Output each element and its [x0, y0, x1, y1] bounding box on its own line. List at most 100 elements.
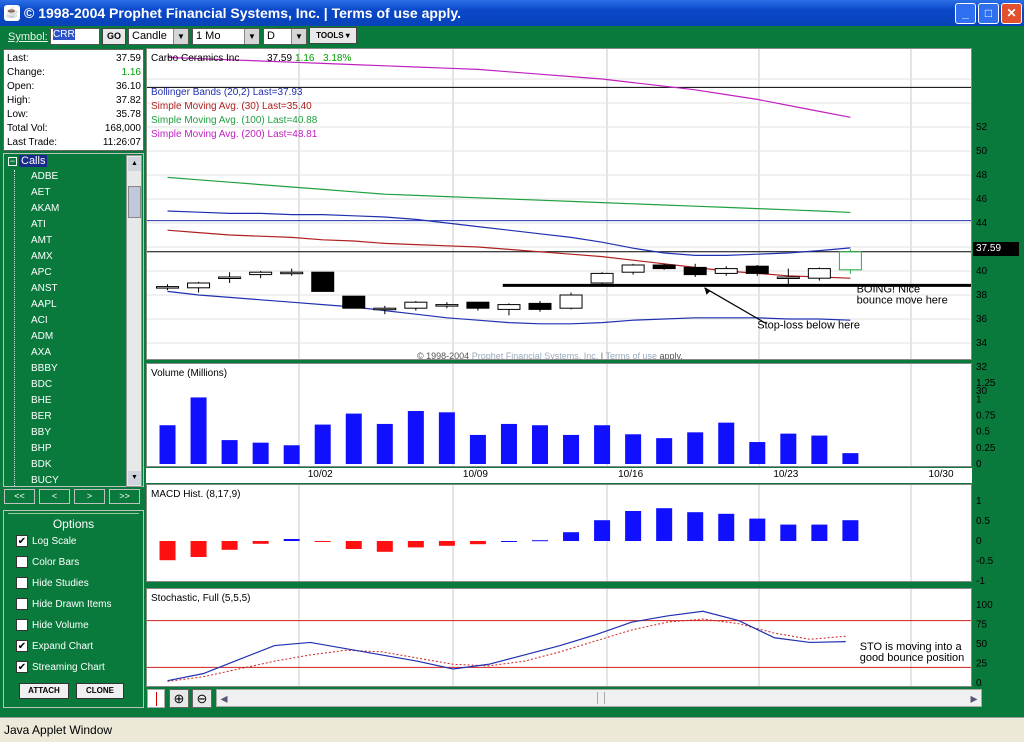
minimize-button[interactable]: _	[955, 3, 976, 24]
checkbox[interactable]	[16, 556, 28, 568]
scroll-left-icon[interactable]: ◂	[217, 690, 231, 706]
scroll-right-icon[interactable]: ▸	[967, 690, 981, 706]
tree-item-aet[interactable]: AET	[31, 187, 50, 203]
tree-item-bhp[interactable]: BHP	[31, 443, 52, 459]
candle-body	[187, 282, 211, 289]
tree-item-apc[interactable]: APC	[31, 267, 52, 283]
macd-chart[interactable]: MACD Hist. (8,17,9)	[147, 485, 972, 582]
quote-value: 37.59	[115, 53, 141, 64]
volume-tick-label: 0.5	[976, 427, 990, 438]
tree-item-aapl[interactable]: AAPL	[31, 299, 57, 315]
macd-bar	[656, 508, 673, 541]
scroll-grip-icon[interactable]	[597, 692, 605, 704]
stochastic-panel[interactable]: Stochastic, Full (5,5,5) STO is moving in…	[146, 588, 972, 687]
tools-button[interactable]: TOOLS ▾	[309, 27, 357, 44]
volume-panel[interactable]: Volume (Millions)	[146, 363, 972, 467]
checkbox[interactable]	[16, 619, 28, 631]
macd-bar	[687, 512, 704, 541]
interval-select[interactable]: D ▼	[263, 28, 307, 45]
macd-bar	[749, 518, 766, 541]
tree-item-adm[interactable]: ADM	[31, 331, 53, 347]
stochastic-chart[interactable]: Stochastic, Full (5,5,5)STO is moving in…	[147, 589, 972, 687]
go-button[interactable]: GO	[102, 28, 126, 45]
legend-entry: Bollinger Bands (20,2) Last=37.93	[151, 87, 303, 98]
tree-item-bdk[interactable]: BDK	[31, 459, 52, 475]
volume-bar	[749, 442, 766, 464]
tree-item-adbe[interactable]: ADBE	[31, 171, 58, 187]
macd-panel[interactable]: MACD Hist. (8,17,9)	[146, 484, 972, 582]
tree-item-akam[interactable]: AKAM	[31, 203, 59, 219]
stochastic-tick-label: 50	[976, 639, 988, 650]
status-text: Java Applet Window	[4, 723, 113, 737]
chart-horizontal-scrollbar[interactable]: ◂ ▸	[216, 689, 982, 707]
close-button[interactable]: ✕	[1001, 3, 1022, 24]
period-select[interactable]: 1 Mo ▼	[192, 28, 260, 45]
checkbox[interactable]: ✔	[16, 661, 28, 673]
checkbox[interactable]: ✔	[16, 535, 28, 547]
maximize-button[interactable]: □	[978, 3, 999, 24]
tree-item-ber[interactable]: BER	[31, 411, 52, 427]
quote-label: Open:	[7, 81, 35, 92]
tree-item-amx[interactable]: AMX	[31, 251, 53, 267]
window-titlebar: ☕ © 1998-2004 Prophet Financial Systems,…	[0, 0, 1024, 26]
bollinger-upper-line	[167, 210, 851, 256]
quote-row: Last Trade: 11:26:07	[7, 136, 141, 150]
tree-item-aci[interactable]: ACI	[31, 315, 48, 331]
checkbox[interactable]	[16, 598, 28, 610]
candle-body	[776, 276, 800, 279]
macd-bar	[780, 524, 797, 541]
checkbox[interactable]: ✔	[16, 640, 28, 652]
candle-body	[745, 265, 769, 274]
tree-item-bhe[interactable]: BHE	[31, 395, 52, 411]
tree-item-bby[interactable]: BBY	[31, 427, 51, 443]
volume-chart[interactable]: Volume (Millions)	[147, 364, 972, 467]
symbol-tree: − Calls ADBE AET AKAM ATI AMT AMX APC ANST AAPL AC…	[3, 153, 144, 487]
zoom-out-button[interactable]: ⊖	[192, 689, 212, 708]
collapse-icon[interactable]: −	[8, 156, 17, 166]
tree-item-bucy[interactable]: BUCY	[31, 475, 59, 486]
tree-guide-line	[14, 170, 15, 486]
macd-bar	[190, 541, 207, 557]
chart-type-select[interactable]: Candle ▼	[128, 28, 189, 45]
price-panel[interactable]: Carbo Ceramics Inc 37.59 1.16 3.18% Bollinge…	[146, 48, 972, 360]
tree-item-ati[interactable]: ATI	[31, 219, 46, 235]
macd-bar	[500, 541, 517, 542]
quote-label: Total Vol:	[7, 123, 48, 134]
option-label: Hide Volume	[32, 620, 89, 631]
tree-item-axa[interactable]: AXA	[31, 347, 51, 363]
scroll-up-icon[interactable]: ▲	[128, 157, 141, 171]
scroll-down-icon[interactable]: ▼	[128, 471, 141, 485]
nav-button[interactable]: >	[74, 489, 105, 504]
stochastic-tick-label: 100	[976, 600, 993, 611]
symbol-input[interactable]: CRR	[50, 28, 100, 45]
volume-bar	[252, 442, 269, 464]
tree-item-bbby[interactable]: BBBY	[31, 363, 58, 379]
nav-button[interactable]: <	[39, 489, 70, 504]
zoom-in-button[interactable]: ⊕	[169, 689, 189, 708]
scroll-thumb[interactable]	[128, 186, 141, 218]
candle-body	[497, 304, 521, 310]
tree-root[interactable]: − Calls	[8, 155, 48, 169]
nav-button[interactable]: >>	[109, 489, 140, 504]
window-title: © 1998-2004 Prophet Financial Systems, I…	[24, 5, 461, 21]
attach-button[interactable]: ATTACH	[19, 683, 69, 699]
candle-body	[466, 301, 490, 309]
clone-button[interactable]: CLONE	[76, 683, 124, 699]
chart-annotation: bounce move here	[857, 294, 948, 306]
cursor-tool-button[interactable]	[147, 689, 165, 708]
chart-header-name: Carbo Ceramics Inc	[151, 53, 239, 64]
nav-button[interactable]: <<	[4, 489, 35, 504]
price-chart[interactable]: Carbo Ceramics Inc 37.59 1.16 3.18% Bollinge…	[147, 49, 972, 360]
chart-annotation: Stop-loss below here	[757, 320, 860, 332]
tree-item-anst[interactable]: ANST	[31, 283, 58, 299]
quote-row: Total Vol: 168,000	[7, 122, 141, 136]
volume-bar	[314, 424, 331, 464]
checkbox[interactable]	[16, 577, 28, 589]
stochastic-tick-label: 75	[976, 620, 988, 631]
tree-item-amt[interactable]: AMT	[31, 235, 52, 251]
symbol-label[interactable]: Symbol:	[8, 31, 48, 43]
candle-body	[373, 307, 397, 311]
candle-body	[311, 271, 335, 292]
tree-item-bdc[interactable]: BDC	[31, 379, 52, 395]
tree-scrollbar[interactable]: ▲ ▼	[126, 155, 142, 487]
